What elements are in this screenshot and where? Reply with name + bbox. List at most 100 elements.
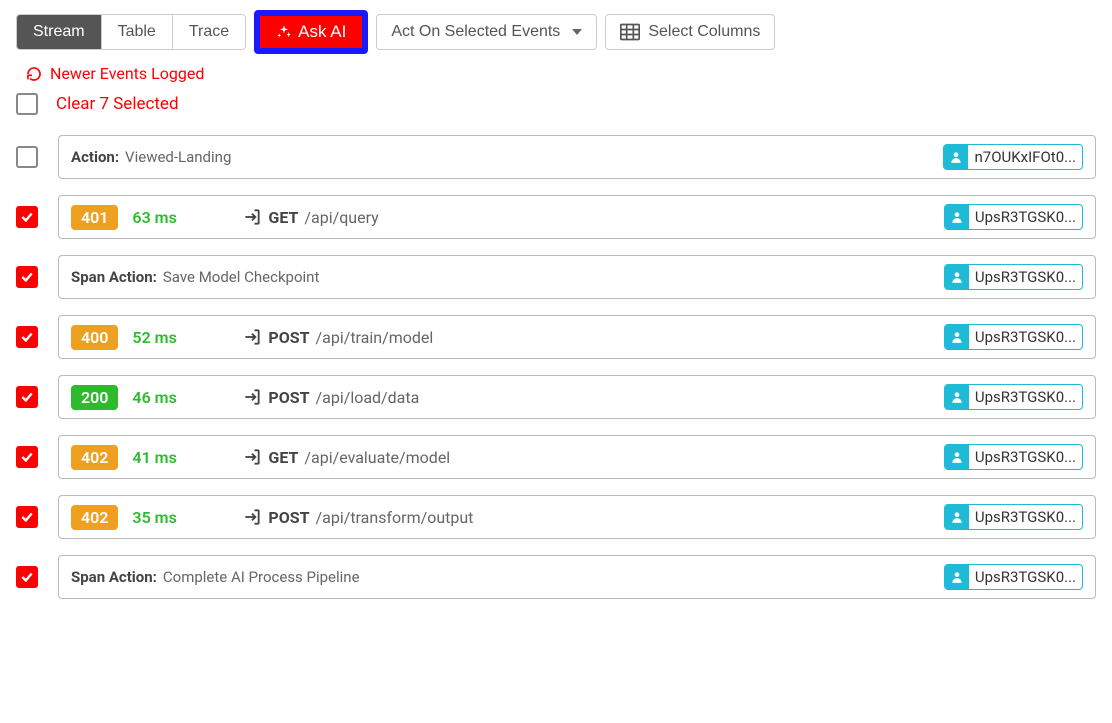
tab-table[interactable]: Table [102, 15, 173, 49]
event-card[interactable]: 200 46 ms POST/api/load/data UpsR3TGSK0... [58, 375, 1096, 419]
ask-ai-highlight: Ask AI [254, 10, 368, 54]
event-card[interactable]: Span Action: Complete AI Process Pipeline… [58, 555, 1096, 599]
select-all-checkbox[interactable] [16, 93, 38, 115]
user-badge[interactable]: UpsR3TGSK0... [944, 444, 1083, 470]
action-label: Span Action: [71, 268, 157, 286]
request-label: GET/api/evaluate/model [242, 447, 450, 467]
request-icon [242, 207, 262, 227]
user-icon [944, 145, 968, 169]
user-badge[interactable]: UpsR3TGSK0... [944, 204, 1083, 230]
user-id: UpsR3TGSK0... [969, 568, 1082, 586]
event-card[interactable]: 400 52 ms POST/api/train/model UpsR3TGSK0..… [58, 315, 1096, 359]
http-path: /api/transform/output [316, 508, 474, 527]
select-columns-label: Select Columns [648, 23, 760, 41]
tab-trace[interactable]: Trace [173, 15, 245, 49]
duration-label: 46 ms [132, 388, 188, 407]
event-checkbox[interactable] [16, 446, 38, 468]
user-icon [945, 385, 969, 409]
act-on-label: Act On Selected Events [391, 23, 560, 41]
user-id: UpsR3TGSK0... [969, 328, 1082, 346]
user-id: n7OUKxIFOt0... [968, 148, 1082, 166]
ask-ai-label: Ask AI [298, 22, 346, 42]
status-badge: 200 [71, 385, 118, 410]
refresh-events-link[interactable]: Newer Events Logged [26, 64, 1096, 83]
clear-selected-row: Clear 7 Selected [16, 93, 1096, 115]
user-icon [945, 565, 969, 589]
status-badge: 402 [71, 505, 118, 530]
action-text: Save Model Checkpoint [163, 268, 319, 286]
user-icon [945, 265, 969, 289]
user-badge[interactable]: UpsR3TGSK0... [944, 384, 1083, 410]
user-badge[interactable]: UpsR3TGSK0... [944, 324, 1083, 350]
user-id: UpsR3TGSK0... [969, 388, 1082, 406]
duration-label: 52 ms [132, 328, 188, 347]
user-icon [945, 205, 969, 229]
request-icon [242, 507, 262, 527]
event-checkbox[interactable] [16, 146, 38, 168]
events-list: Action: Viewed-Landing n7OUKxIFOt0... 401 63… [16, 135, 1096, 599]
request-label: POST/api/transform/output [242, 507, 473, 527]
user-icon [945, 325, 969, 349]
user-badge[interactable]: n7OUKxIFOt0... [943, 144, 1083, 170]
http-method: GET [268, 448, 298, 467]
chevron-down-icon [572, 29, 582, 35]
action-label: Action: [71, 148, 119, 166]
user-badge[interactable]: UpsR3TGSK0... [944, 564, 1083, 590]
duration-label: 63 ms [132, 208, 188, 227]
user-id: UpsR3TGSK0... [969, 448, 1082, 466]
tab-stream[interactable]: Stream [17, 15, 102, 49]
event-card[interactable]: 402 35 ms POST/api/transform/output UpsR3TG… [58, 495, 1096, 539]
event-checkbox[interactable] [16, 506, 38, 528]
refresh-label: Newer Events Logged [50, 64, 204, 83]
action-text: Complete AI Process Pipeline [163, 568, 360, 586]
duration-label: 35 ms [132, 508, 188, 527]
event-card[interactable]: Span Action: Save Model Checkpoint UpsR3TG… [58, 255, 1096, 299]
request-label: GET/api/query [242, 207, 378, 227]
duration-label: 41 ms [132, 448, 188, 467]
http-method: POST [268, 508, 309, 527]
request-icon [242, 447, 262, 467]
event-row: Action: Viewed-Landing n7OUKxIFOt0... [16, 135, 1096, 179]
event-checkbox[interactable] [16, 266, 38, 288]
user-badge[interactable]: UpsR3TGSK0... [944, 504, 1083, 530]
event-checkbox[interactable] [16, 326, 38, 348]
http-method: POST [268, 388, 309, 407]
user-id: UpsR3TGSK0... [969, 268, 1082, 286]
status-badge: 402 [71, 445, 118, 470]
user-badge[interactable]: UpsR3TGSK0... [944, 264, 1083, 290]
http-path: /api/query [304, 208, 378, 227]
event-row: 200 46 ms POST/api/load/data UpsR3TGSK0... [16, 375, 1096, 419]
user-icon [945, 445, 969, 469]
http-path: /api/load/data [316, 388, 420, 407]
event-row: 401 63 ms GET/api/query UpsR3TGSK0... [16, 195, 1096, 239]
sparkle-icon [276, 24, 292, 40]
action-label: Span Action: [71, 568, 157, 586]
request-label: POST/api/load/data [242, 387, 419, 407]
http-method: POST [268, 328, 309, 347]
clear-selected-link[interactable]: Clear 7 Selected [56, 94, 179, 114]
http-path: /api/train/model [316, 328, 434, 347]
http-method: GET [268, 208, 298, 227]
request-icon [242, 327, 262, 347]
request-label: POST/api/train/model [242, 327, 433, 347]
status-badge: 401 [71, 205, 118, 230]
event-card[interactable]: Action: Viewed-Landing n7OUKxIFOt0... [58, 135, 1096, 179]
select-columns-button[interactable]: Select Columns [605, 14, 775, 50]
request-icon [242, 387, 262, 407]
event-card[interactable]: 401 63 ms GET/api/query UpsR3TGSK0... [58, 195, 1096, 239]
act-on-selected-button[interactable]: Act On Selected Events [376, 14, 597, 50]
event-row: 402 35 ms POST/api/transform/output UpsR3TG… [16, 495, 1096, 539]
event-checkbox[interactable] [16, 386, 38, 408]
ask-ai-button[interactable]: Ask AI [260, 16, 362, 48]
event-row: Span Action: Complete AI Process Pipeline… [16, 555, 1096, 599]
event-checkbox[interactable] [16, 566, 38, 588]
view-tabs: Stream Table Trace [16, 14, 246, 50]
event-card[interactable]: 402 41 ms GET/api/evaluate/model UpsR3TGSK0… [58, 435, 1096, 479]
event-checkbox[interactable] [16, 206, 38, 228]
refresh-icon [26, 66, 42, 82]
user-id: UpsR3TGSK0... [969, 508, 1082, 526]
columns-icon [620, 23, 640, 41]
action-text: Viewed-Landing [125, 148, 231, 166]
status-badge: 400 [71, 325, 118, 350]
event-row: Span Action: Save Model Checkpoint UpsR3TG… [16, 255, 1096, 299]
